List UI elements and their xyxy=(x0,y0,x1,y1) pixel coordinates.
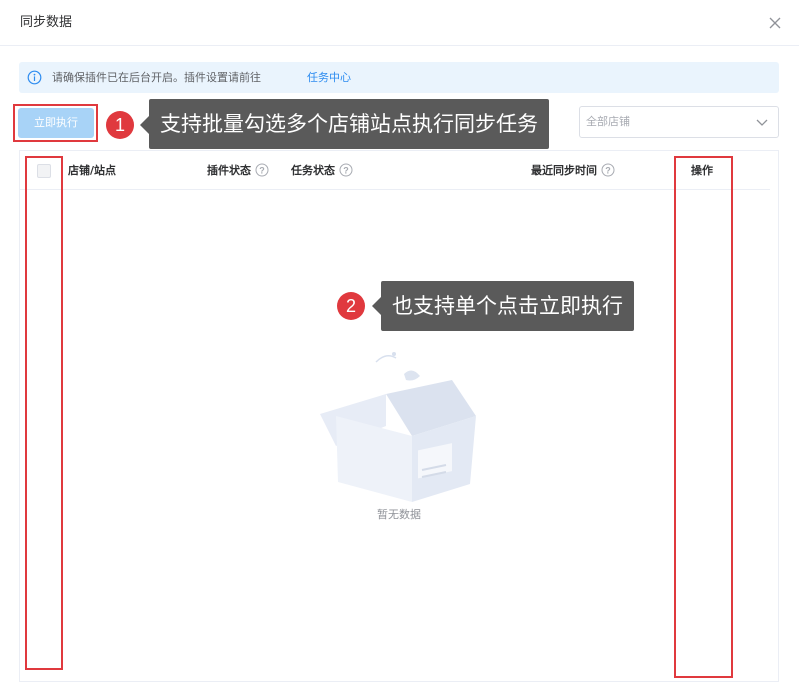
empty-state-text: 暂无数据 xyxy=(377,508,421,521)
callout-arrow-1 xyxy=(140,116,149,134)
task-center-link[interactable]: 任务中心 xyxy=(307,62,351,93)
annotation-badge-2: 2 xyxy=(337,292,365,320)
dialog-title: 同步数据 xyxy=(20,15,73,30)
svg-text:?: ? xyxy=(605,165,611,175)
column-header-plugin-status: 插件状态? xyxy=(207,151,269,190)
dialog-header: 同步数据 xyxy=(0,0,799,46)
notice-text: 请确保插件已在后台开启。插件设置请前往 xyxy=(52,71,261,84)
run-now-button[interactable]: 立即执行 xyxy=(18,108,94,138)
annotation-callout-2: 也支持单个点击立即执行 xyxy=(381,281,634,331)
annotation-badge-1: 1 xyxy=(106,111,134,139)
store-select-value: 全部店铺 xyxy=(586,115,630,128)
callout-arrow-2 xyxy=(372,297,381,315)
notice-bar: 请确保插件已在后台开启。插件设置请前往 任务中心 xyxy=(19,62,779,93)
actions-column-highlight xyxy=(674,156,733,678)
info-icon xyxy=(27,70,42,85)
help-icon[interactable]: ? xyxy=(601,163,615,177)
store-select[interactable]: 全部店铺 xyxy=(579,106,779,138)
chevron-down-icon xyxy=(756,119,768,126)
svg-text:?: ? xyxy=(259,165,265,175)
help-icon[interactable]: ? xyxy=(255,163,269,177)
column-header-last-sync: 最近同步时间? xyxy=(531,151,615,190)
empty-box-illustration xyxy=(320,352,476,502)
checkbox-column-highlight xyxy=(25,156,63,670)
column-header-store: 店铺/站点 xyxy=(68,164,117,177)
table-header: 店铺/站点 插件状态? 任务状态? 最近同步时间? 操作 xyxy=(20,151,770,190)
column-header-task-status: 任务状态? xyxy=(291,151,353,190)
close-icon[interactable] xyxy=(764,12,786,34)
help-icon[interactable]: ? xyxy=(339,163,353,177)
sync-data-dialog: 同步数据 请确保插件已在后台开启。插件设置请前往 任务中心 立即执行 全部店铺 … xyxy=(0,0,799,694)
svg-text:?: ? xyxy=(343,165,349,175)
annotation-callout-1: 支持批量勾选多个店铺站点执行同步任务 xyxy=(149,99,549,149)
